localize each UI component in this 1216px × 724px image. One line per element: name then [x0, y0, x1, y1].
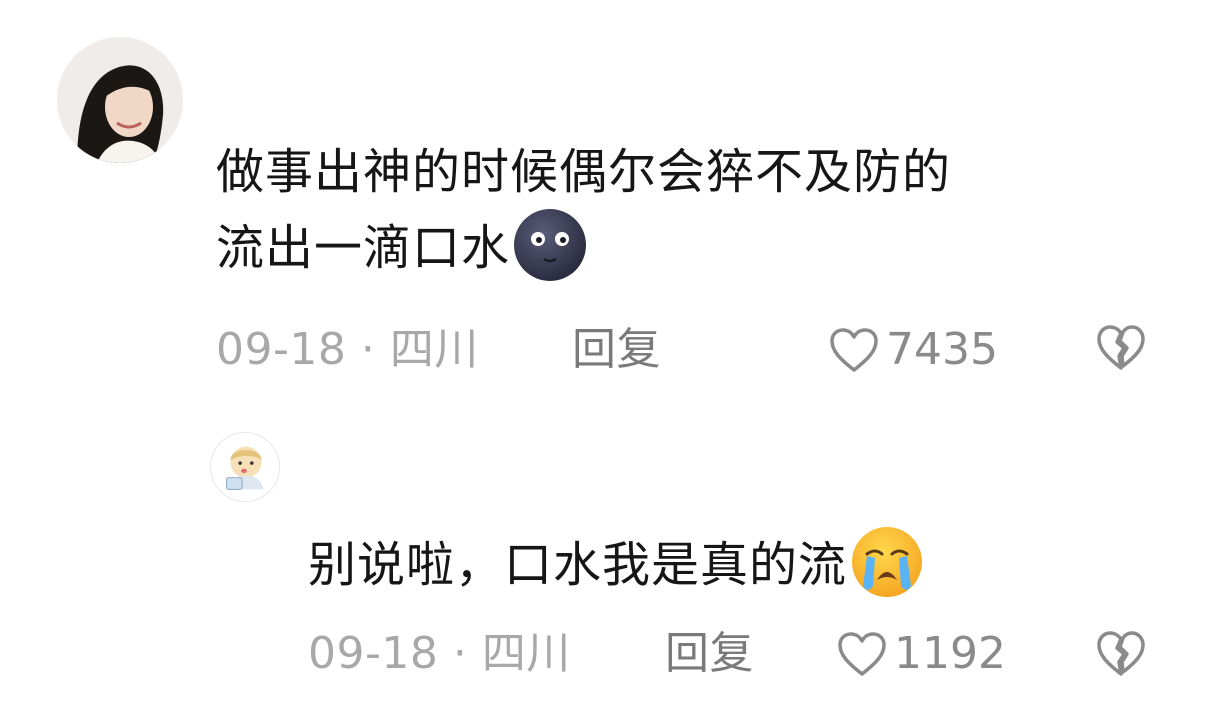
reply-button-label: 回复 [665, 628, 754, 679]
commenter-avatar[interactable] [57, 37, 183, 163]
like-count: 1192 [894, 628, 1006, 679]
comment-text-line: 流出一滴口水 [216, 207, 951, 289]
dislike-button[interactable] [1094, 322, 1148, 376]
like-button[interactable]: 1192 [836, 626, 1006, 682]
cartoon-avatar [211, 433, 279, 501]
heart-outline-icon [830, 328, 878, 372]
reply-button-label: 回复 [572, 324, 661, 375]
heart-outline-icon [838, 632, 886, 676]
broken-heart-icon [1097, 631, 1145, 676]
user-avatar-photo [57, 37, 183, 163]
comment-text-segment: 流出一滴口水 [216, 220, 511, 276]
reply-comment-text-segment: 别说啦，口水我是真的流 [308, 537, 848, 593]
comment-text-line: 做事出神的时候偶尔会猝不及防的 [216, 144, 952, 200]
dislike-button[interactable] [1094, 628, 1148, 682]
reply-commenter-avatar[interactable] [210, 432, 280, 502]
loudly-crying-face-emoji [849, 524, 925, 600]
new-moon-face-emoji [512, 207, 588, 283]
broken-heart-icon [1097, 325, 1145, 370]
comment-meta: 09-18 · 四川 [216, 324, 479, 375]
reply-comment-text: 别说啦，口水我是真的流 [308, 527, 925, 606]
like-count: 7435 [886, 324, 998, 375]
reply-button[interactable]: 回复 [665, 626, 754, 682]
like-button[interactable]: 7435 [828, 322, 998, 378]
comment-text: 做事出神的时候偶尔会猝不及防的 流出一滴口水 [216, 134, 951, 289]
reply-comment-meta: 09-18 · 四川 [308, 628, 571, 679]
reply-button[interactable]: 回复 [572, 322, 661, 378]
